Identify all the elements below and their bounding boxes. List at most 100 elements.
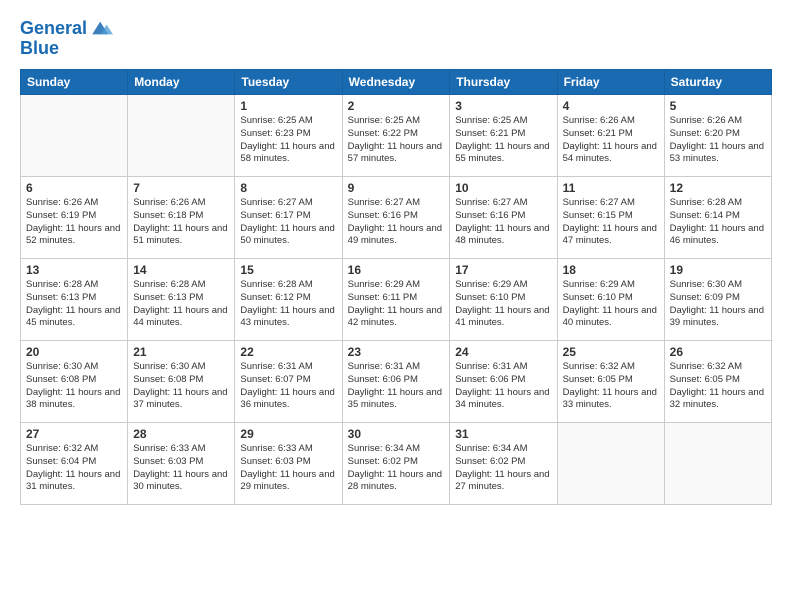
day-number: 20 — [26, 345, 122, 359]
calendar-cell: 31 Sunrise: 6:34 AMSunset: 6:02 PMDaylig… — [450, 423, 557, 505]
cell-info: Sunrise: 6:31 AMSunset: 6:06 PMDaylight:… — [455, 361, 551, 412]
cell-info: Sunrise: 6:29 AMSunset: 6:10 PMDaylight:… — [563, 279, 659, 330]
cell-info: Sunrise: 6:27 AMSunset: 6:15 PMDaylight:… — [563, 197, 659, 248]
day-number: 10 — [455, 181, 551, 195]
cell-info: Sunrise: 6:28 AMSunset: 6:13 PMDaylight:… — [26, 279, 122, 330]
calendar-cell: 19 Sunrise: 6:30 AMSunset: 6:09 PMDaylig… — [664, 259, 771, 341]
calendar-cell: 29 Sunrise: 6:33 AMSunset: 6:03 PMDaylig… — [235, 423, 342, 505]
calendar-cell: 28 Sunrise: 6:33 AMSunset: 6:03 PMDaylig… — [128, 423, 235, 505]
calendar-cell: 23 Sunrise: 6:31 AMSunset: 6:06 PMDaylig… — [342, 341, 450, 423]
cell-info: Sunrise: 6:25 AMSunset: 6:23 PMDaylight:… — [240, 115, 336, 166]
cell-info: Sunrise: 6:28 AMSunset: 6:12 PMDaylight:… — [240, 279, 336, 330]
calendar-header-thursday: Thursday — [450, 70, 557, 95]
cell-info: Sunrise: 6:30 AMSunset: 6:09 PMDaylight:… — [670, 279, 766, 330]
cell-info: Sunrise: 6:25 AMSunset: 6:21 PMDaylight:… — [455, 115, 551, 166]
calendar-header-sunday: Sunday — [21, 70, 128, 95]
calendar-cell: 7 Sunrise: 6:26 AMSunset: 6:18 PMDayligh… — [128, 177, 235, 259]
calendar-cell — [557, 423, 664, 505]
calendar-cell: 11 Sunrise: 6:27 AMSunset: 6:15 PMDaylig… — [557, 177, 664, 259]
day-number: 12 — [670, 181, 766, 195]
cell-info: Sunrise: 6:32 AMSunset: 6:05 PMDaylight:… — [563, 361, 659, 412]
day-number: 27 — [26, 427, 122, 441]
cell-info: Sunrise: 6:26 AMSunset: 6:19 PMDaylight:… — [26, 197, 122, 248]
header: General Blue — [20, 18, 772, 59]
calendar-header-tuesday: Tuesday — [235, 70, 342, 95]
calendar-cell: 5 Sunrise: 6:26 AMSunset: 6:20 PMDayligh… — [664, 95, 771, 177]
calendar-cell: 30 Sunrise: 6:34 AMSunset: 6:02 PMDaylig… — [342, 423, 450, 505]
calendar-cell: 12 Sunrise: 6:28 AMSunset: 6:14 PMDaylig… — [664, 177, 771, 259]
day-number: 1 — [240, 99, 336, 113]
day-number: 31 — [455, 427, 551, 441]
calendar-cell — [128, 95, 235, 177]
cell-info: Sunrise: 6:27 AMSunset: 6:17 PMDaylight:… — [240, 197, 336, 248]
calendar-table: SundayMondayTuesdayWednesdayThursdayFrid… — [20, 69, 772, 505]
day-number: 22 — [240, 345, 336, 359]
day-number: 17 — [455, 263, 551, 277]
calendar-cell: 16 Sunrise: 6:29 AMSunset: 6:11 PMDaylig… — [342, 259, 450, 341]
cell-info: Sunrise: 6:29 AMSunset: 6:11 PMDaylight:… — [348, 279, 445, 330]
calendar-week-2: 13 Sunrise: 6:28 AMSunset: 6:13 PMDaylig… — [21, 259, 772, 341]
calendar-week-4: 27 Sunrise: 6:32 AMSunset: 6:04 PMDaylig… — [21, 423, 772, 505]
page: General Blue SundayMondayTuesdayWednesda… — [0, 0, 792, 612]
day-number: 13 — [26, 263, 122, 277]
calendar-header-monday: Monday — [128, 70, 235, 95]
calendar-header-saturday: Saturday — [664, 70, 771, 95]
cell-info: Sunrise: 6:32 AMSunset: 6:05 PMDaylight:… — [670, 361, 766, 412]
calendar-cell: 14 Sunrise: 6:28 AMSunset: 6:13 PMDaylig… — [128, 259, 235, 341]
calendar-header-friday: Friday — [557, 70, 664, 95]
calendar-week-3: 20 Sunrise: 6:30 AMSunset: 6:08 PMDaylig… — [21, 341, 772, 423]
cell-info: Sunrise: 6:32 AMSunset: 6:04 PMDaylight:… — [26, 443, 122, 494]
calendar-cell: 8 Sunrise: 6:27 AMSunset: 6:17 PMDayligh… — [235, 177, 342, 259]
logo-blue: Blue — [20, 38, 113, 59]
calendar-cell: 3 Sunrise: 6:25 AMSunset: 6:21 PMDayligh… — [450, 95, 557, 177]
calendar-cell: 10 Sunrise: 6:27 AMSunset: 6:16 PMDaylig… — [450, 177, 557, 259]
calendar-cell: 6 Sunrise: 6:26 AMSunset: 6:19 PMDayligh… — [21, 177, 128, 259]
cell-info: Sunrise: 6:26 AMSunset: 6:20 PMDaylight:… — [670, 115, 766, 166]
calendar-cell: 27 Sunrise: 6:32 AMSunset: 6:04 PMDaylig… — [21, 423, 128, 505]
logo-icon — [89, 16, 113, 40]
logo: General Blue — [20, 18, 113, 59]
calendar-cell: 26 Sunrise: 6:32 AMSunset: 6:05 PMDaylig… — [664, 341, 771, 423]
cell-info: Sunrise: 6:28 AMSunset: 6:13 PMDaylight:… — [133, 279, 229, 330]
day-number: 11 — [563, 181, 659, 195]
calendar-week-0: 1 Sunrise: 6:25 AMSunset: 6:23 PMDayligh… — [21, 95, 772, 177]
day-number: 3 — [455, 99, 551, 113]
calendar-header-row: SundayMondayTuesdayWednesdayThursdayFrid… — [21, 70, 772, 95]
day-number: 4 — [563, 99, 659, 113]
day-number: 9 — [348, 181, 445, 195]
cell-info: Sunrise: 6:30 AMSunset: 6:08 PMDaylight:… — [26, 361, 122, 412]
cell-info: Sunrise: 6:28 AMSunset: 6:14 PMDaylight:… — [670, 197, 766, 248]
cell-info: Sunrise: 6:34 AMSunset: 6:02 PMDaylight:… — [348, 443, 445, 494]
day-number: 24 — [455, 345, 551, 359]
day-number: 30 — [348, 427, 445, 441]
cell-info: Sunrise: 6:26 AMSunset: 6:18 PMDaylight:… — [133, 197, 229, 248]
day-number: 2 — [348, 99, 445, 113]
calendar-cell: 17 Sunrise: 6:29 AMSunset: 6:10 PMDaylig… — [450, 259, 557, 341]
calendar-cell: 1 Sunrise: 6:25 AMSunset: 6:23 PMDayligh… — [235, 95, 342, 177]
calendar-cell — [664, 423, 771, 505]
calendar-cell: 22 Sunrise: 6:31 AMSunset: 6:07 PMDaylig… — [235, 341, 342, 423]
cell-info: Sunrise: 6:30 AMSunset: 6:08 PMDaylight:… — [133, 361, 229, 412]
day-number: 28 — [133, 427, 229, 441]
cell-info: Sunrise: 6:33 AMSunset: 6:03 PMDaylight:… — [240, 443, 336, 494]
calendar-header-wednesday: Wednesday — [342, 70, 450, 95]
day-number: 16 — [348, 263, 445, 277]
day-number: 7 — [133, 181, 229, 195]
day-number: 21 — [133, 345, 229, 359]
day-number: 26 — [670, 345, 766, 359]
cell-info: Sunrise: 6:27 AMSunset: 6:16 PMDaylight:… — [455, 197, 551, 248]
calendar-cell: 2 Sunrise: 6:25 AMSunset: 6:22 PMDayligh… — [342, 95, 450, 177]
calendar-cell: 4 Sunrise: 6:26 AMSunset: 6:21 PMDayligh… — [557, 95, 664, 177]
calendar-week-1: 6 Sunrise: 6:26 AMSunset: 6:19 PMDayligh… — [21, 177, 772, 259]
day-number: 23 — [348, 345, 445, 359]
day-number: 6 — [26, 181, 122, 195]
cell-info: Sunrise: 6:29 AMSunset: 6:10 PMDaylight:… — [455, 279, 551, 330]
day-number: 18 — [563, 263, 659, 277]
cell-info: Sunrise: 6:31 AMSunset: 6:07 PMDaylight:… — [240, 361, 336, 412]
cell-info: Sunrise: 6:31 AMSunset: 6:06 PMDaylight:… — [348, 361, 445, 412]
day-number: 19 — [670, 263, 766, 277]
calendar-cell: 18 Sunrise: 6:29 AMSunset: 6:10 PMDaylig… — [557, 259, 664, 341]
calendar-cell: 25 Sunrise: 6:32 AMSunset: 6:05 PMDaylig… — [557, 341, 664, 423]
day-number: 5 — [670, 99, 766, 113]
cell-info: Sunrise: 6:34 AMSunset: 6:02 PMDaylight:… — [455, 443, 551, 494]
